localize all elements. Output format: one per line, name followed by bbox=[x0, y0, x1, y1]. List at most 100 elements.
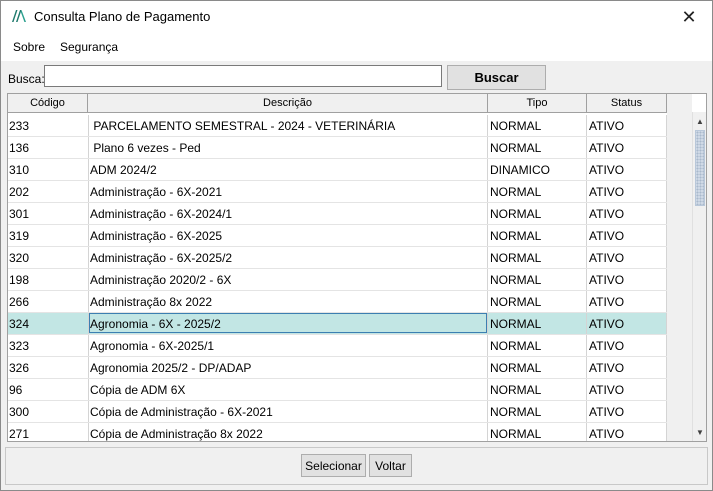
cell-status: ATIVO bbox=[587, 225, 667, 247]
vertical-scrollbar[interactable]: ▲ ▼ bbox=[692, 112, 706, 441]
cell-tipo: NORMAL bbox=[488, 181, 587, 203]
cell-status: ATIVO bbox=[587, 357, 667, 379]
table-header: Código Descrição Tipo Status bbox=[8, 94, 668, 114]
cell-tipo: NORMAL bbox=[488, 269, 587, 291]
cell-tipo: NORMAL bbox=[488, 137, 587, 159]
results-table[interactable]: Código Descrição Tipo Status 233 PARCELA… bbox=[7, 93, 707, 442]
cell-descricao: Administração 8x 2022 bbox=[88, 291, 488, 313]
cell-status: ATIVO bbox=[587, 335, 667, 357]
cell-descricao: ADM 2024/2 bbox=[88, 159, 488, 181]
cell-descricao: Administração - 6X-2024/1 bbox=[88, 203, 488, 225]
cell-codigo: 202 bbox=[9, 185, 30, 199]
table-row[interactable]: 319 Administração - 6X-2025 NORMAL ATIVO bbox=[8, 225, 667, 247]
column-header-descricao[interactable]: Descrição bbox=[88, 94, 488, 113]
table-row[interactable]: 323 Agronomia - 6X-2025/1 NORMAL ATIVO bbox=[8, 335, 667, 357]
table-row[interactable]: 310 ADM 2024/2 DINAMICO ATIVO bbox=[8, 159, 667, 181]
dialog-window: Consulta Plano de Pagamento ✕ Sobre Segu… bbox=[0, 0, 713, 491]
table-row[interactable]: 233 PARCELAMENTO SEMESTRAL - 2024 - VETE… bbox=[8, 115, 667, 137]
cell-descricao: Administração 2020/2 - 6X bbox=[88, 269, 488, 291]
cell-codigo: 323 bbox=[9, 339, 30, 353]
column-header-tipo[interactable]: Tipo bbox=[488, 94, 587, 113]
back-button-label: Voltar bbox=[375, 458, 406, 473]
cell-tipo: NORMAL bbox=[488, 401, 587, 423]
scroll-thumb[interactable] bbox=[695, 130, 705, 206]
cell-status: ATIVO bbox=[587, 423, 667, 441]
cell-status: ATIVO bbox=[587, 313, 667, 335]
cell-codigo: 326 bbox=[9, 361, 30, 375]
scroll-down-arrow-icon[interactable]: ▼ bbox=[693, 425, 706, 439]
cell-descricao: Cópia de Administração - 6X-2021 bbox=[88, 401, 488, 423]
table-empty-area bbox=[667, 94, 692, 441]
cell-descricao: Administração - 6X-2025 bbox=[88, 225, 488, 247]
close-icon: ✕ bbox=[681, 6, 697, 27]
table-row[interactable]: 136 Plano 6 vezes - Ped NORMAL ATIVO bbox=[8, 137, 667, 159]
cell-tipo: NORMAL bbox=[488, 357, 587, 379]
table-row[interactable]: 266 Administração 8x 2022 NORMAL ATIVO bbox=[8, 291, 667, 313]
cell-status: ATIVO bbox=[587, 115, 667, 137]
cell-codigo: 320 bbox=[9, 251, 30, 265]
title-bar: Consulta Plano de Pagamento ✕ bbox=[1, 1, 712, 33]
cell-codigo: 198 bbox=[9, 273, 30, 287]
cell-status: ATIVO bbox=[587, 291, 667, 313]
cell-status: ATIVO bbox=[587, 181, 667, 203]
search-button[interactable]: Buscar bbox=[447, 65, 546, 90]
cell-codigo: 96 bbox=[9, 383, 23, 397]
cell-tipo: NORMAL bbox=[488, 335, 587, 357]
cell-codigo: 271 bbox=[9, 427, 30, 441]
cell-status: ATIVO bbox=[587, 401, 667, 423]
cell-tipo: NORMAL bbox=[488, 225, 587, 247]
cell-status: ATIVO bbox=[587, 247, 667, 269]
select-button[interactable]: Selecionar bbox=[301, 454, 366, 477]
scroll-up-arrow-icon[interactable]: ▲ bbox=[693, 114, 706, 128]
search-label: Busca: bbox=[8, 72, 45, 86]
select-button-label: Selecionar bbox=[305, 458, 362, 473]
cell-status: ATIVO bbox=[587, 379, 667, 401]
cell-focus-outline bbox=[89, 313, 487, 333]
table-row[interactable]: 301 Administração - 6X-2024/1 NORMAL ATIVO bbox=[8, 203, 667, 225]
back-button[interactable]: Voltar bbox=[369, 454, 412, 477]
cell-codigo: 301 bbox=[9, 207, 30, 221]
cell-tipo: DINAMICO bbox=[488, 159, 587, 181]
cell-codigo: 324 bbox=[9, 317, 30, 331]
close-button[interactable]: ✕ bbox=[666, 1, 712, 33]
cell-descricao: Agronomia - 6X-2025/1 bbox=[88, 335, 488, 357]
window-title: Consulta Plano de Pagamento bbox=[34, 9, 211, 24]
table-row[interactable]: 326 Agronomia 2025/2 - DP/ADAP NORMAL ATIVO bbox=[8, 357, 667, 379]
cell-codigo: 319 bbox=[9, 229, 30, 243]
table-row[interactable]: 202 Administração - 6X-2021 NORMAL ATIVO bbox=[8, 181, 667, 203]
cell-tipo: NORMAL bbox=[488, 247, 587, 269]
cell-descricao: PARCELAMENTO SEMESTRAL - 2024 - VETERINÁ… bbox=[88, 115, 488, 137]
cell-status: ATIVO bbox=[587, 137, 667, 159]
cell-descricao: Agronomia 2025/2 - DP/ADAP bbox=[88, 357, 488, 379]
menu-item-sobre[interactable]: Sobre bbox=[13, 40, 45, 54]
cell-descricao: Administração - 6X-2025/2 bbox=[88, 247, 488, 269]
cell-codigo: 136 bbox=[9, 141, 30, 155]
app-logo-icon bbox=[11, 9, 29, 23]
search-input[interactable] bbox=[44, 65, 442, 87]
cell-tipo: NORMAL bbox=[488, 423, 587, 441]
menu-bar: Sobre Segurança bbox=[1, 33, 712, 61]
cell-descricao: Administração - 6X-2021 bbox=[88, 181, 488, 203]
cell-descricao: Cópia de Administração 8x 2022 bbox=[88, 423, 488, 441]
cell-codigo: 300 bbox=[9, 405, 30, 419]
cell-tipo: NORMAL bbox=[488, 379, 587, 401]
table-row[interactable]: 198 Administração 2020/2 - 6X NORMAL ATIVO bbox=[8, 269, 667, 291]
cell-status: ATIVO bbox=[587, 159, 667, 181]
table-row[interactable]: 320 Administração - 6X-2025/2 NORMAL ATIVO bbox=[8, 247, 667, 269]
cell-codigo: 310 bbox=[9, 163, 30, 177]
column-header-status[interactable]: Status bbox=[587, 94, 667, 113]
table-row[interactable]: 271 Cópia de Administração 8x 2022 NORMAL A… bbox=[8, 423, 667, 441]
cell-status: ATIVO bbox=[587, 203, 667, 225]
cell-tipo: NORMAL bbox=[488, 291, 587, 313]
cell-codigo: 233 bbox=[9, 119, 30, 133]
menu-item-seguranca[interactable]: Segurança bbox=[60, 40, 118, 54]
cell-tipo: NORMAL bbox=[488, 203, 587, 225]
table-row[interactable]: 300 Cópia de Administração - 6X-2021 NORMA… bbox=[8, 401, 667, 423]
cell-descricao: Cópia de ADM 6X bbox=[88, 379, 488, 401]
cell-codigo: 266 bbox=[9, 295, 30, 309]
cell-descricao: Plano 6 vezes - Ped bbox=[88, 137, 488, 159]
table-row[interactable]: 96 Cópia de ADM 6X NORMAL ATIVO bbox=[8, 379, 667, 401]
cell-tipo: NORMAL bbox=[488, 313, 587, 335]
column-header-codigo[interactable]: Código bbox=[8, 94, 88, 113]
cell-status: ATIVO bbox=[587, 269, 667, 291]
